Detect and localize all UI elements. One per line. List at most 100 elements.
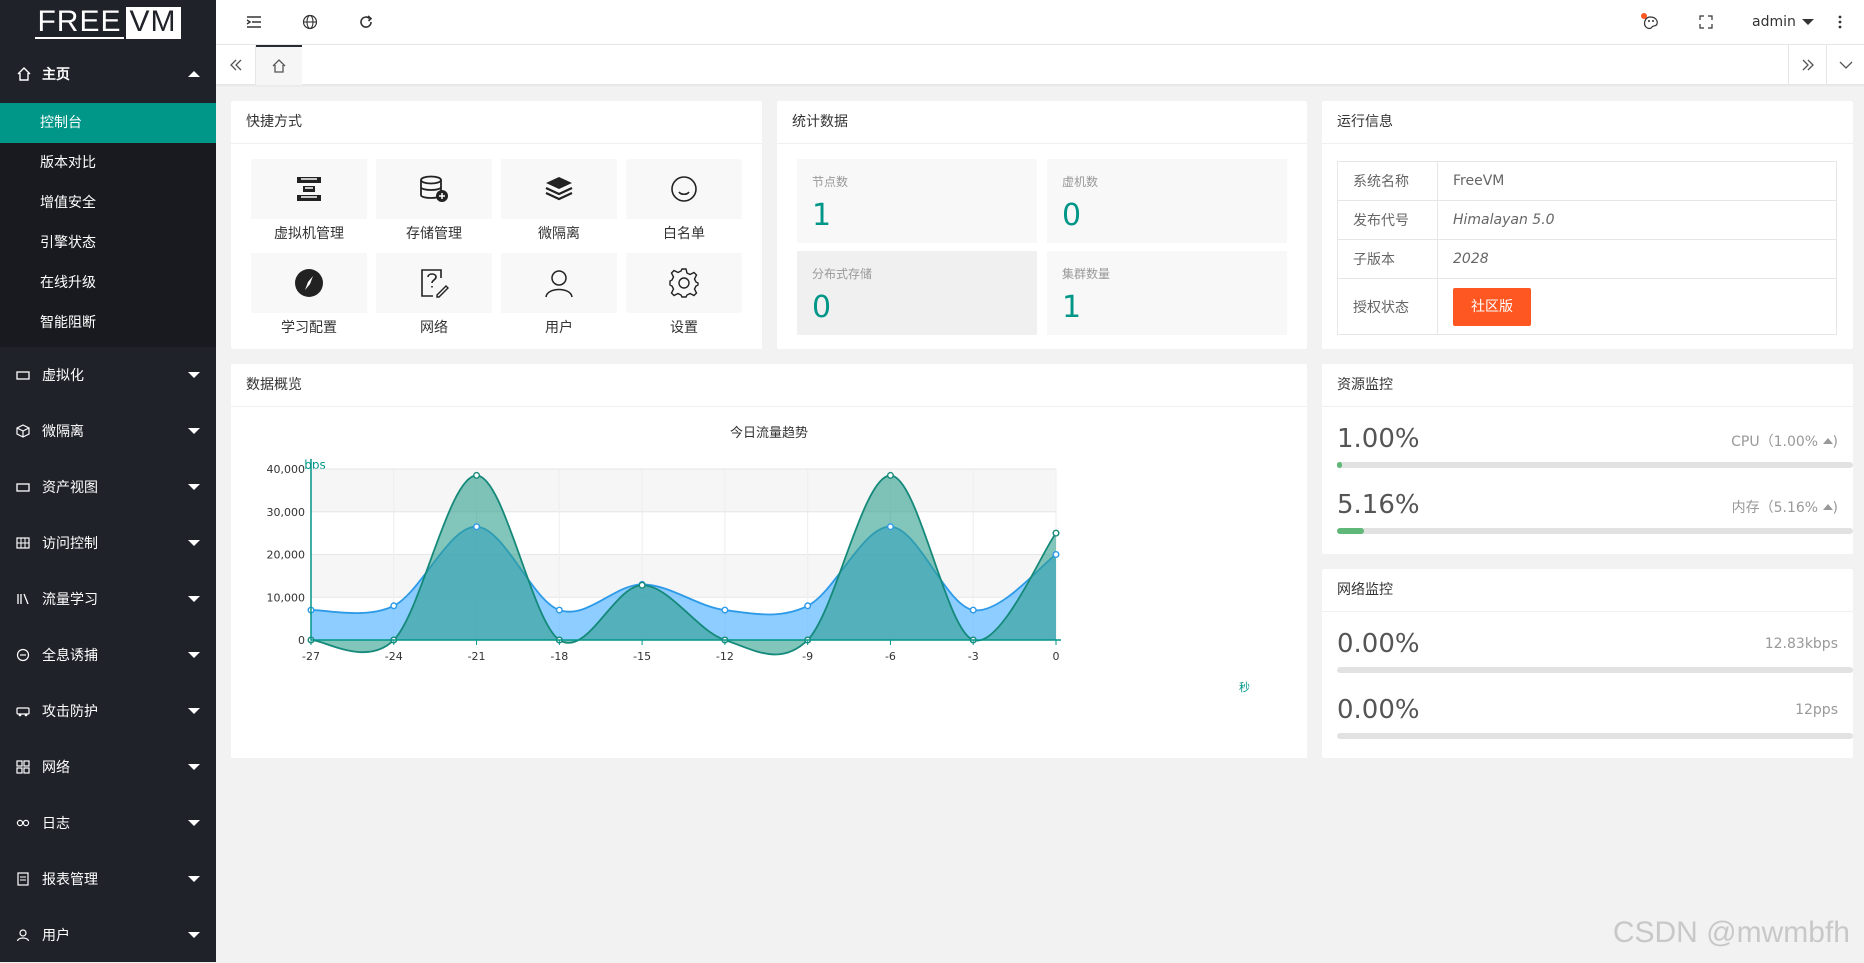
- shortcut-user[interactable]: [501, 253, 617, 313]
- nav-group-virtualization[interactable]: 虚拟化: [0, 347, 216, 403]
- scroll-right-icon[interactable]: [1788, 45, 1826, 85]
- grid-band: [311, 469, 1056, 512]
- nav-group-holographic-trap[interactable]: 全息诱捕: [0, 627, 216, 683]
- shortcut-whitelist[interactable]: [626, 159, 742, 219]
- nav-item-engine-status[interactable]: 引擎状态: [0, 223, 216, 263]
- card-title: 网络监控: [1322, 569, 1853, 612]
- scroll-left-icon[interactable]: [216, 45, 256, 85]
- nav-group-report[interactable]: 报表管理: [0, 851, 216, 907]
- tab-options-icon[interactable]: [1826, 45, 1864, 85]
- stat-nodes[interactable]: 节点数1: [797, 159, 1037, 243]
- cpu-progress-bar: [1337, 462, 1853, 468]
- shortcut-storage[interactable]: [376, 159, 492, 219]
- data-point[interactable]: [805, 603, 811, 609]
- watermark: CSDN @mwmbfh: [1613, 916, 1850, 950]
- user-icon: [544, 268, 574, 298]
- shortcut-micro-isolation[interactable]: [501, 159, 617, 219]
- caret-down-icon: [188, 372, 200, 378]
- data-point[interactable]: [474, 473, 480, 479]
- table-row: 发布代号Himalayan 5.0: [1338, 201, 1837, 240]
- x-tick-label: -18: [550, 650, 568, 663]
- nav-group-asset-view[interactable]: 资产视图: [0, 459, 216, 515]
- stat-vms[interactable]: 虚机数0: [1047, 159, 1287, 243]
- data-point[interactable]: [888, 524, 894, 530]
- x-tick-label: -6: [885, 650, 896, 663]
- fullscreen-icon[interactable]: [1696, 12, 1716, 32]
- run-info-table: 系统名称FreeVM 发布代号Himalayan 5.0 子版本2028 授权状…: [1337, 161, 1837, 335]
- nav-item-value-security[interactable]: 增值安全: [0, 183, 216, 223]
- caret-down-icon: [1802, 19, 1814, 25]
- caret-down-icon: [188, 596, 200, 602]
- shortcut-settings[interactable]: [626, 253, 742, 313]
- shortcut-label: 学习配置: [251, 317, 367, 337]
- caret-up-icon: [1823, 504, 1833, 510]
- smile-icon: [670, 175, 698, 203]
- nav-submenu: 控制台 版本对比 增值安全 引擎状态 在线升级 智能阻断: [0, 103, 216, 347]
- shortcut-network[interactable]: [376, 253, 492, 313]
- card-title: 统计数据: [777, 101, 1307, 144]
- nav-item-version-compare[interactable]: 版本对比: [0, 143, 216, 183]
- data-point[interactable]: [1053, 530, 1059, 536]
- nav-group-attack-defense[interactable]: 攻击防护: [0, 683, 216, 739]
- network-b-value: 0.00%: [1337, 695, 1420, 725]
- nav-group-network[interactable]: 网络: [0, 739, 216, 795]
- theme-palette-icon[interactable]: [1640, 12, 1660, 32]
- nav-item-smart-block[interactable]: 智能阻断: [0, 303, 216, 343]
- data-point[interactable]: [557, 607, 563, 613]
- nav-group-log[interactable]: 日志: [0, 795, 216, 851]
- infinity-icon: [16, 816, 30, 830]
- nav-item-online-upgrade[interactable]: 在线升级: [0, 263, 216, 303]
- user-menu[interactable]: admin: [1752, 12, 1814, 32]
- tab-home[interactable]: [256, 45, 302, 85]
- nav-group-traffic-learning[interactable]: 流量学习: [0, 571, 216, 627]
- data-point[interactable]: [970, 607, 976, 613]
- shortcut-label: 用户: [501, 317, 617, 337]
- license-badge[interactable]: 社区版: [1453, 288, 1531, 326]
- network-a-label: 12.83kbps: [1765, 636, 1838, 652]
- book-icon: [16, 592, 30, 606]
- y-tick-label: 30,000: [267, 506, 306, 519]
- caret-down-icon: [188, 764, 200, 770]
- nav-item-console[interactable]: 控制台: [0, 103, 216, 143]
- data-point[interactable]: [888, 473, 894, 479]
- apps-icon: [16, 760, 30, 774]
- x-tick-label: -27: [302, 650, 320, 663]
- stat-clusters[interactable]: 集群数量1: [1047, 251, 1287, 335]
- resource-monitor-card: 资源监控 1.00% CPU（1.00% ) 5.16% 内存（5.16% ): [1322, 364, 1853, 554]
- caret-down-icon: [188, 708, 200, 714]
- stat-distributed-storage[interactable]: 分布式存储0: [797, 251, 1037, 335]
- nav-home[interactable]: 主页: [0, 45, 216, 103]
- refresh-icon[interactable]: [356, 12, 376, 32]
- data-point[interactable]: [639, 582, 645, 588]
- memory-label: 内存（5.16% ): [1732, 497, 1838, 517]
- globe-icon[interactable]: [300, 12, 320, 32]
- memory-progress-fill: [1337, 528, 1364, 534]
- x-tick-label: -24: [385, 650, 403, 663]
- shortcut-learning-config[interactable]: [251, 253, 367, 313]
- more-icon[interactable]: [1830, 12, 1850, 32]
- shortcut-label: 微隔离: [501, 223, 617, 243]
- compass-icon: [294, 268, 324, 298]
- car-icon: [16, 704, 30, 718]
- caret-down-icon: [188, 932, 200, 938]
- cpu-label: CPU（1.00% ): [1731, 431, 1838, 451]
- table-row: 授权状态社区版: [1338, 279, 1837, 335]
- nav-group-user[interactable]: 用户: [0, 907, 216, 963]
- menu-toggle-icon[interactable]: [244, 12, 264, 32]
- memory-progress-bar: [1337, 528, 1853, 534]
- shortcut-vm-manage[interactable]: [251, 159, 367, 219]
- y-tick-label: 10,000: [267, 591, 306, 604]
- target-icon: [16, 648, 30, 662]
- layers-icon: [544, 175, 574, 203]
- data-point[interactable]: [474, 524, 480, 530]
- data-point[interactable]: [1053, 552, 1059, 558]
- card-title: 运行信息: [1322, 101, 1853, 144]
- cpu-value: 1.00%: [1337, 424, 1420, 454]
- traffic-chart: 今日流量趋势 bps 秒 010,00020,00030,00040,000-2…: [231, 408, 1307, 758]
- data-point[interactable]: [722, 607, 728, 613]
- network-a-progress-bar: [1337, 667, 1853, 673]
- data-point[interactable]: [391, 603, 397, 609]
- stats-card: 统计数据 节点数1 虚机数0 分布式存储0 集群数量1: [777, 101, 1307, 349]
- nav-group-access-control[interactable]: 访问控制: [0, 515, 216, 571]
- nav-group-micro-isolation[interactable]: 微隔离: [0, 403, 216, 459]
